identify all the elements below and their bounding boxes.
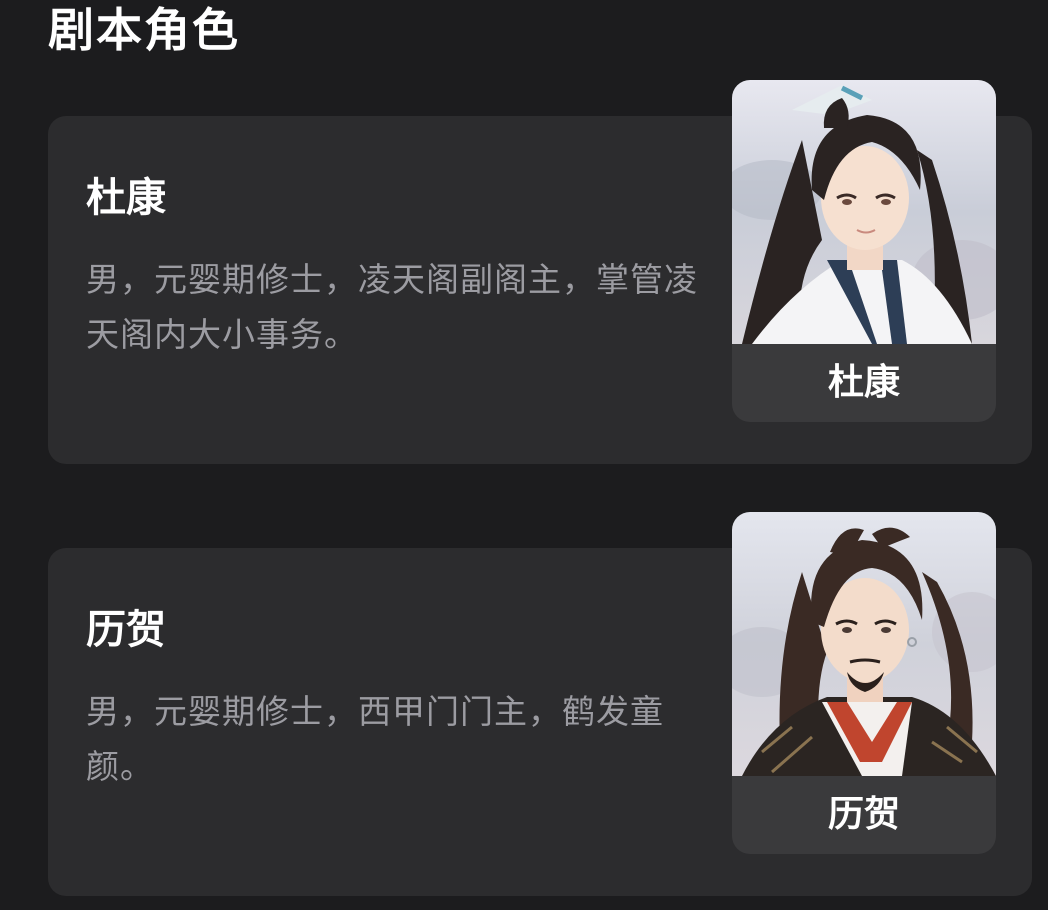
character-portrait — [732, 80, 996, 344]
character-portrait-card[interactable]: 历贺 — [732, 512, 996, 854]
portrait-name-label: 杜康 — [827, 362, 900, 403]
character-description: 男，元婴期修士，西甲门门主，鹤发童颜。 — [86, 692, 664, 786]
character-description: 男，元婴期修士，凌天阁副阁主，掌管凌天阁内大小事务。 — [86, 260, 698, 354]
character-portrait — [732, 512, 996, 776]
character-name: 历贺 — [86, 607, 166, 653]
portrait-name-label: 历贺 — [827, 794, 900, 835]
character-name: 杜康 — [86, 175, 166, 221]
role-list-page: 剧本角色 杜康 男，元婴期修士，凌天阁副阁主，掌管凌天阁内大小事务。 杜康 历贺… — [0, 0, 1048, 910]
character-portrait-card[interactable]: 杜康 — [732, 80, 996, 422]
section-title: 剧本角色 — [48, 3, 240, 57]
